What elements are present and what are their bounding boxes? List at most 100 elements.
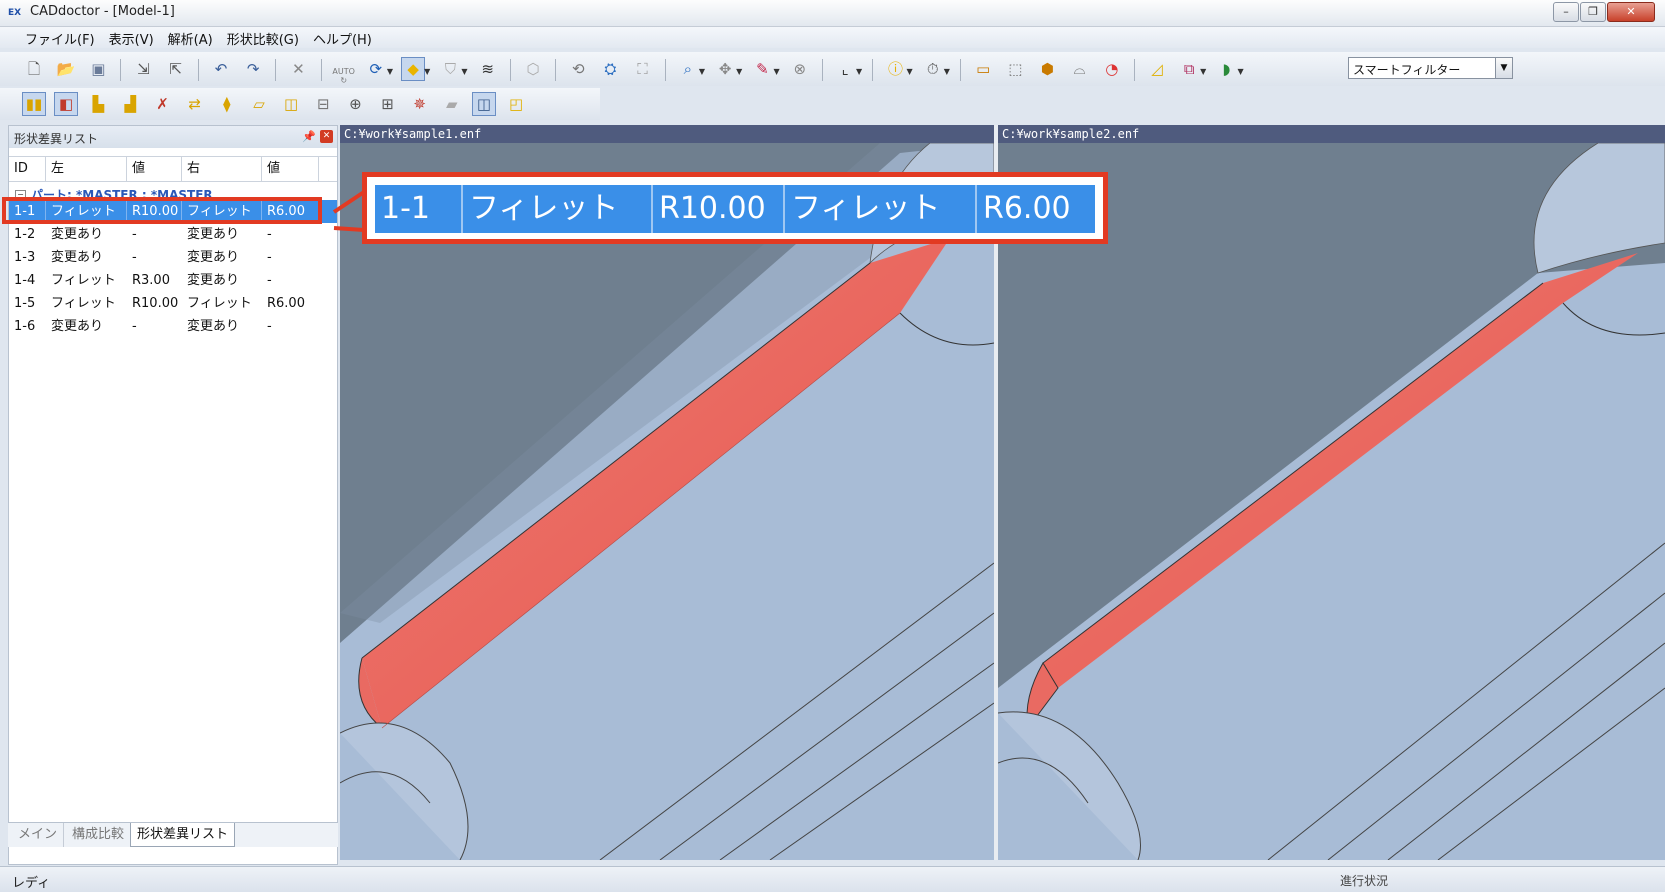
- folder-compare-icon[interactable]: ▱: [247, 92, 271, 116]
- row-left-value: R3.00: [132, 273, 170, 288]
- callout-left-value: R10.00: [653, 185, 785, 233]
- chevron-down-icon[interactable]: ▼: [1495, 58, 1512, 78]
- menu-view[interactable]: 表示(V): [102, 27, 161, 50]
- mesh-icon[interactable]: ⧉: [1177, 57, 1201, 81]
- compare-pair-icon[interactable]: ▮▮: [22, 92, 46, 116]
- axis-icon[interactable]: ⌞: [833, 57, 857, 81]
- col-left[interactable]: 左: [46, 157, 127, 181]
- left-only-icon[interactable]: ▙: [86, 92, 110, 116]
- left-model-render: [340, 143, 994, 860]
- radius-icon[interactable]: ◔: [1100, 57, 1124, 81]
- row-right: 変更あり: [187, 227, 240, 242]
- right-viewport[interactable]: [998, 143, 1665, 860]
- pan-icon[interactable]: ✥: [713, 57, 737, 81]
- color-map-icon[interactable]: ◗: [1214, 57, 1238, 81]
- convert-icon[interactable]: ⛶: [631, 57, 655, 81]
- row-right: 変更あり: [187, 250, 240, 265]
- window-title: CADdoctor - [Model-1]: [30, 4, 175, 19]
- redo-icon[interactable]: ↷: [241, 57, 265, 81]
- title-bar: EX CADdoctor - [Model-1] – ❐ ✕: [0, 0, 1665, 27]
- minimize-button[interactable]: –: [1553, 2, 1579, 22]
- col-right[interactable]: 右: [182, 157, 262, 181]
- table-row[interactable]: 1-2 変更あり - 変更あり -: [9, 223, 337, 246]
- split-icon[interactable]: ⊟: [311, 92, 335, 116]
- tab-main[interactable]: メイン: [12, 823, 65, 847]
- undo-icon[interactable]: ↶: [209, 57, 233, 81]
- close-button[interactable]: ✕: [1607, 2, 1655, 22]
- selection-highlight: [2, 197, 322, 224]
- delete-icon[interactable]: ✕: [286, 57, 310, 81]
- row-left-value: -: [132, 250, 137, 265]
- remove-diff-icon[interactable]: ✗: [151, 92, 175, 116]
- table-row[interactable]: 1-6 変更あり - 変更あり -: [9, 315, 337, 338]
- info-icon[interactable]: ⓘ: [883, 56, 907, 80]
- left-viewport[interactable]: [340, 143, 994, 860]
- pin-icon[interactable]: 📌: [302, 130, 316, 143]
- save-icon[interactable]: ▣: [86, 57, 110, 81]
- table-row[interactable]: 1-3 変更あり - 変更あり -: [9, 246, 337, 269]
- export-icon[interactable]: ⇱: [164, 57, 188, 81]
- row-right-value: -: [267, 273, 272, 288]
- cancel-circle-icon[interactable]: ⊗: [788, 57, 812, 81]
- callout-row: 1-1 フィレット R10.00 フィレット R6.00: [375, 185, 1095, 233]
- callout-right-value: R6.00: [983, 191, 1071, 226]
- callout-right: フィレット: [785, 185, 977, 233]
- split-view-icon[interactable]: ◫: [471, 92, 496, 116]
- wireframe-icon[interactable]: ≋: [476, 57, 500, 81]
- layer-icon[interactable]: ◫: [279, 92, 303, 116]
- merge-icon[interactable]: ⧫: [215, 92, 239, 116]
- new-file-icon[interactable]: 🗋: [22, 59, 46, 83]
- table-row[interactable]: 1-5 フィレット R10.00 フィレット R6.00: [9, 292, 337, 315]
- multi-crosshair-icon[interactable]: ⊞: [376, 92, 400, 116]
- shield-icon[interactable]: ⛉: [438, 57, 462, 81]
- diff-list-panel: 形状差異リスト 📌 ✕ ID 左 値 右 値 − パート: *MASTER : *…: [8, 125, 338, 865]
- row-id: 1-5: [14, 296, 36, 311]
- tab-diff-list[interactable]: 形状差異リスト: [130, 823, 236, 847]
- add-diff-icon[interactable]: ▟: [118, 92, 142, 116]
- rotate-icon[interactable]: ⟳: [364, 57, 388, 81]
- row-right: 変更あり: [187, 319, 240, 334]
- heal-icon[interactable]: ⛭: [598, 57, 622, 81]
- menu-analysis[interactable]: 解析(A): [161, 27, 220, 50]
- toolbar-compare: ▮▮ ◧ ▙ ▟ ✗ ⇄ ⧫ ▱ ◫ ⊟ ⊕ ⊞ ✵ ▰ ◫ ◰: [0, 88, 600, 120]
- face-icon[interactable]: ◿: [1145, 57, 1169, 81]
- target-icon[interactable]: ✵: [408, 92, 432, 116]
- row-right: 変更あり: [187, 273, 240, 288]
- box-solid-icon[interactable]: ⬢: [1035, 57, 1059, 81]
- row-right-value: -: [267, 227, 272, 242]
- smart-filter-select[interactable]: スマートフィルター ▼: [1348, 57, 1513, 79]
- col-id[interactable]: ID: [9, 157, 46, 181]
- menu-file[interactable]: ファイル(F): [18, 27, 102, 50]
- refresh-model-icon[interactable]: ⟲: [566, 57, 590, 81]
- close-icon[interactable]: ✕: [320, 130, 333, 143]
- compare-diff-icon[interactable]: ◧: [54, 92, 79, 116]
- toolbar-main: 🗋 📂 ▣ ⇲ ⇱ ↶ ↷ ✕ AUTO ↻ ⟳ ▼ ◆ ▼ ⛉ ▼ ≋ ⬡ ⟲ ⛭ ⛶…: [0, 52, 1665, 86]
- col-right-value[interactable]: 値: [262, 157, 319, 181]
- auto-rotate-icon[interactable]: AUTO ↻: [332, 64, 356, 88]
- col-left-value[interactable]: 値: [127, 157, 182, 181]
- ruler-icon[interactable]: ▭: [971, 57, 995, 81]
- zoom-icon[interactable]: ⌕: [676, 57, 700, 81]
- crosshair-icon[interactable]: ⊕: [343, 92, 367, 116]
- row-left-value: -: [132, 227, 137, 242]
- note-icon[interactable]: ▰: [440, 92, 464, 116]
- cube-gray-icon[interactable]: ⬡: [521, 57, 545, 81]
- import-icon[interactable]: ⇲: [132, 57, 156, 81]
- tab-structure-compare[interactable]: 構成比較: [66, 823, 132, 847]
- timer-icon[interactable]: ⏱: [921, 57, 945, 81]
- shaded-view-icon[interactable]: ◆: [401, 56, 426, 81]
- open-folder-icon[interactable]: 📂: [54, 57, 78, 81]
- menu-help[interactable]: ヘルプ(H): [306, 27, 379, 50]
- maximize-button[interactable]: ❐: [1580, 2, 1606, 22]
- table-row[interactable]: 1-4 フィレット R3.00 変更あり -: [9, 269, 337, 292]
- overlay-icon[interactable]: ◰: [504, 92, 528, 116]
- swap-icon[interactable]: ⇄: [183, 92, 207, 116]
- box-outline-icon[interactable]: ⬚: [1003, 57, 1027, 81]
- row-right-value: -: [267, 250, 272, 265]
- row-left: 変更あり: [51, 319, 104, 334]
- section-icon[interactable]: ⌓: [1068, 57, 1092, 81]
- row-left: フィレット: [51, 296, 116, 311]
- pin-marker-icon[interactable]: ✎: [750, 57, 774, 81]
- menu-compare[interactable]: 形状比較(G): [220, 27, 306, 50]
- row-left-value: R10.00: [132, 296, 179, 311]
